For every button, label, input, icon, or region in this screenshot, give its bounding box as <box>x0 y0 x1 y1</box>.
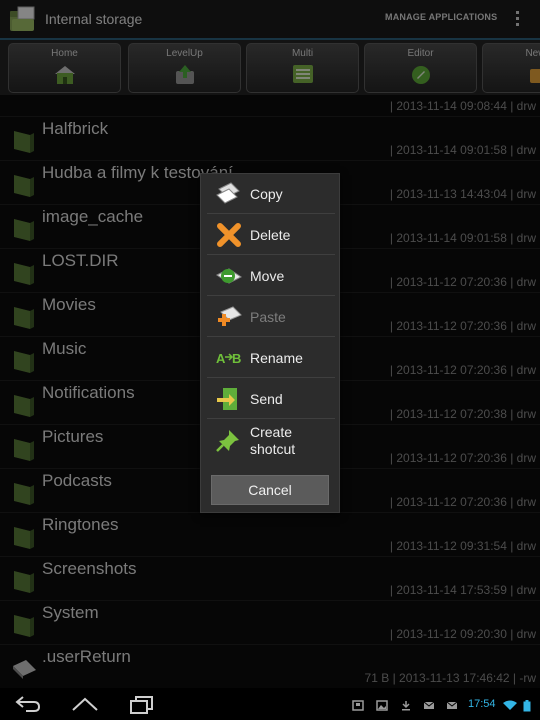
rename-menu-item[interactable]: A B Rename <box>207 338 335 378</box>
delete-icon <box>217 223 241 247</box>
move-icon <box>216 268 242 284</box>
home-nav-icon[interactable] <box>70 694 100 714</box>
download-icon <box>402 701 410 711</box>
copy-icon <box>216 182 240 204</box>
create-shortcut-icon <box>216 430 239 452</box>
move-label: Move <box>250 268 285 284</box>
email-icon <box>423 701 435 709</box>
context-menu: Copy Delete Move Paste A B Rename Send C… <box>200 173 340 513</box>
clock: 17:54 <box>468 698 496 710</box>
rename-label: Rename <box>250 350 303 366</box>
delete-label: Delete <box>250 227 291 243</box>
rename-icon: A B <box>216 351 241 366</box>
paste-label: Paste <box>250 309 286 325</box>
back-icon[interactable] <box>14 694 42 714</box>
delete-menu-item[interactable]: Delete <box>207 215 335 255</box>
storage-icon <box>352 700 364 711</box>
system-bar: 17:54 <box>0 688 540 720</box>
picture-icon <box>376 700 388 711</box>
svg-text:B: B <box>232 351 241 366</box>
paste-icon <box>218 306 242 326</box>
recent-apps-icon[interactable] <box>128 694 156 714</box>
move-menu-item[interactable]: Move <box>207 256 335 296</box>
create-shortcut-label: Create shotcut <box>250 424 296 457</box>
paste-menu-item: Paste <box>207 297 335 337</box>
battery-icon <box>523 700 531 712</box>
send-label: Send <box>250 391 283 407</box>
copy-label: Copy <box>250 186 283 202</box>
send-menu-item[interactable]: Send <box>207 379 335 419</box>
email-icon <box>446 701 458 709</box>
send-icon <box>217 388 237 410</box>
svg-text:A: A <box>216 351 226 366</box>
copy-menu-item[interactable]: Copy <box>207 174 335 214</box>
create-shortcut-menu-item[interactable]: Create shotcut <box>207 420 335 466</box>
cancel-button[interactable]: Cancel <box>211 475 329 505</box>
wifi-icon <box>503 700 517 710</box>
